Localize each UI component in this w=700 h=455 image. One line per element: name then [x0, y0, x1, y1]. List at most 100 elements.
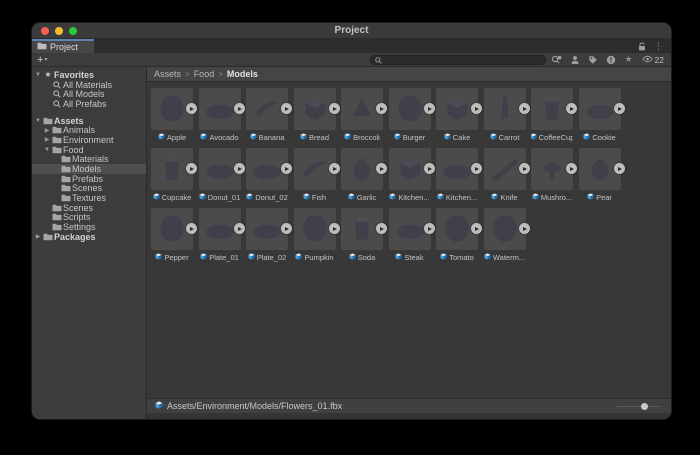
sidebar-item-models[interactable]: Models: [32, 164, 146, 174]
expand-subassets-icon[interactable]: [234, 223, 245, 234]
sidebar-item-environment[interactable]: ▶Environment: [32, 135, 146, 145]
expand-subassets-icon[interactable]: [471, 223, 482, 234]
breadcrumb-segment-food[interactable]: Food: [194, 69, 215, 79]
breadcrumb-segment-assets[interactable]: Assets: [154, 69, 181, 79]
asset-thumbnail[interactable]: [151, 208, 193, 250]
sidebar-item-materials[interactable]: Materials: [32, 155, 146, 165]
expand-subassets-icon[interactable]: [471, 103, 482, 114]
sidebar-item-settings[interactable]: Settings: [32, 222, 146, 232]
asset-thumbnail[interactable]: [151, 148, 193, 190]
menu-kebab-icon[interactable]: ⋮: [650, 39, 671, 53]
asset-thumbnail[interactable]: [389, 148, 431, 190]
thumbnail-size-slider[interactable]: [617, 402, 661, 411]
expand-subassets-icon[interactable]: [186, 163, 197, 174]
asset-item[interactable]: Knife: [484, 148, 526, 204]
search-input[interactable]: [370, 55, 546, 65]
sidebar-item-assets[interactable]: ▼Assets: [32, 116, 146, 126]
expand-subassets-icon[interactable]: [281, 223, 292, 234]
expand-subassets-icon[interactable]: [424, 103, 435, 114]
asset-thumbnail[interactable]: [199, 208, 241, 250]
asset-item[interactable]: Donut_02: [246, 148, 288, 204]
sidebar-item-all-materials[interactable]: All Materials: [32, 80, 146, 90]
asset-item[interactable]: Fish: [294, 148, 336, 204]
asset-item[interactable]: Bread: [294, 88, 336, 144]
asset-thumbnail[interactable]: [436, 148, 478, 190]
asset-thumbnail[interactable]: [246, 88, 288, 130]
asset-thumbnail[interactable]: [436, 88, 478, 130]
asset-item[interactable]: Avocado: [199, 88, 241, 144]
asset-thumbnail[interactable]: [484, 88, 526, 130]
asset-item[interactable]: Banana: [246, 88, 288, 144]
foldout-expanded-icon[interactable]: ▼: [34, 118, 42, 124]
asset-thumbnail[interactable]: [531, 88, 573, 130]
asset-thumbnail[interactable]: [294, 88, 336, 130]
breadcrumb-segment-models[interactable]: Models: [227, 69, 258, 79]
asset-item[interactable]: Pumpkin: [294, 208, 336, 264]
asset-item[interactable]: Waterm...: [484, 208, 526, 264]
foldout-collapsed-icon[interactable]: ▶: [43, 127, 51, 134]
foldout-collapsed-icon[interactable]: ▶: [34, 233, 42, 240]
import-activity-icon[interactable]: [568, 54, 582, 66]
asset-thumbnail[interactable]: [199, 148, 241, 190]
tab-project[interactable]: Project: [32, 39, 94, 53]
asset-item[interactable]: Plate_01: [199, 208, 241, 264]
asset-thumbnail[interactable]: [484, 208, 526, 250]
sidebar-item-all-models[interactable]: All Models: [32, 89, 146, 99]
asset-thumbnail[interactable]: [341, 148, 383, 190]
asset-thumbnail[interactable]: [294, 208, 336, 250]
expand-subassets-icon[interactable]: [234, 103, 245, 114]
sidebar-item-scenes[interactable]: Scenes: [32, 184, 146, 194]
sidebar-item-prefabs[interactable]: Prefabs: [32, 174, 146, 184]
asset-thumbnail[interactable]: [484, 148, 526, 190]
asset-item[interactable]: Cake: [436, 88, 478, 144]
expand-subassets-icon[interactable]: [566, 163, 577, 174]
asset-item[interactable]: Apple: [151, 88, 193, 144]
asset-thumbnail[interactable]: [341, 88, 383, 130]
asset-item[interactable]: Steak: [389, 208, 431, 264]
expand-subassets-icon[interactable]: [376, 223, 387, 234]
sidebar-item-animals[interactable]: ▶Animals: [32, 125, 146, 135]
expand-subassets-icon[interactable]: [376, 163, 387, 174]
asset-thumbnail[interactable]: [389, 208, 431, 250]
expand-subassets-icon[interactable]: [566, 103, 577, 114]
close-button[interactable]: [41, 27, 49, 35]
asset-item[interactable]: Cupcake: [151, 148, 193, 204]
sidebar-item-scenes[interactable]: Scenes: [32, 203, 146, 213]
sidebar-item-food[interactable]: ▼Food: [32, 145, 146, 155]
asset-item[interactable]: Kitchen...: [436, 148, 478, 204]
expand-subassets-icon[interactable]: [519, 223, 530, 234]
sidebar-item-all-prefabs[interactable]: All Prefabs: [32, 99, 146, 109]
expand-subassets-icon[interactable]: [186, 223, 197, 234]
asset-thumbnail[interactable]: [151, 88, 193, 130]
sidebar-item-packages[interactable]: ▶Packages: [32, 232, 146, 242]
visibility-toggle[interactable]: 22: [640, 55, 664, 65]
asset-thumbnail[interactable]: [246, 208, 288, 250]
asset-item[interactable]: Broccoli: [341, 88, 383, 144]
sidebar-item-scripts[interactable]: Scripts: [32, 213, 146, 223]
fullscreen-button[interactable]: [69, 27, 77, 35]
expand-subassets-icon[interactable]: [614, 163, 625, 174]
expand-subassets-icon[interactable]: [234, 163, 245, 174]
expand-subassets-icon[interactable]: [281, 163, 292, 174]
search-text-field[interactable]: [385, 55, 541, 64]
asset-item[interactable]: Donut_01: [199, 148, 241, 204]
slider-handle[interactable]: [641, 403, 648, 410]
expand-subassets-icon[interactable]: [186, 103, 197, 114]
expand-subassets-icon[interactable]: [519, 163, 530, 174]
expand-subassets-icon[interactable]: [424, 163, 435, 174]
expand-subassets-icon[interactable]: [519, 103, 530, 114]
expand-subassets-icon[interactable]: [329, 103, 340, 114]
asset-item[interactable]: Cookie: [579, 88, 621, 144]
expand-subassets-icon[interactable]: [281, 103, 292, 114]
expand-subassets-icon[interactable]: [614, 103, 625, 114]
save-search-star-icon[interactable]: ★: [622, 54, 636, 66]
info-icon[interactable]: [604, 54, 618, 66]
foldout-collapsed-icon[interactable]: ▶: [43, 136, 51, 143]
asset-thumbnail[interactable]: [436, 208, 478, 250]
foldout-expanded-icon[interactable]: ▼: [43, 147, 51, 153]
asset-item[interactable]: Mushro...: [531, 148, 573, 204]
foldout-expanded-icon[interactable]: ▼: [34, 72, 42, 78]
asset-item[interactable]: CoffeeCup: [531, 88, 573, 144]
asset-item[interactable]: Plate_02: [246, 208, 288, 264]
asset-thumbnail[interactable]: [579, 88, 621, 130]
